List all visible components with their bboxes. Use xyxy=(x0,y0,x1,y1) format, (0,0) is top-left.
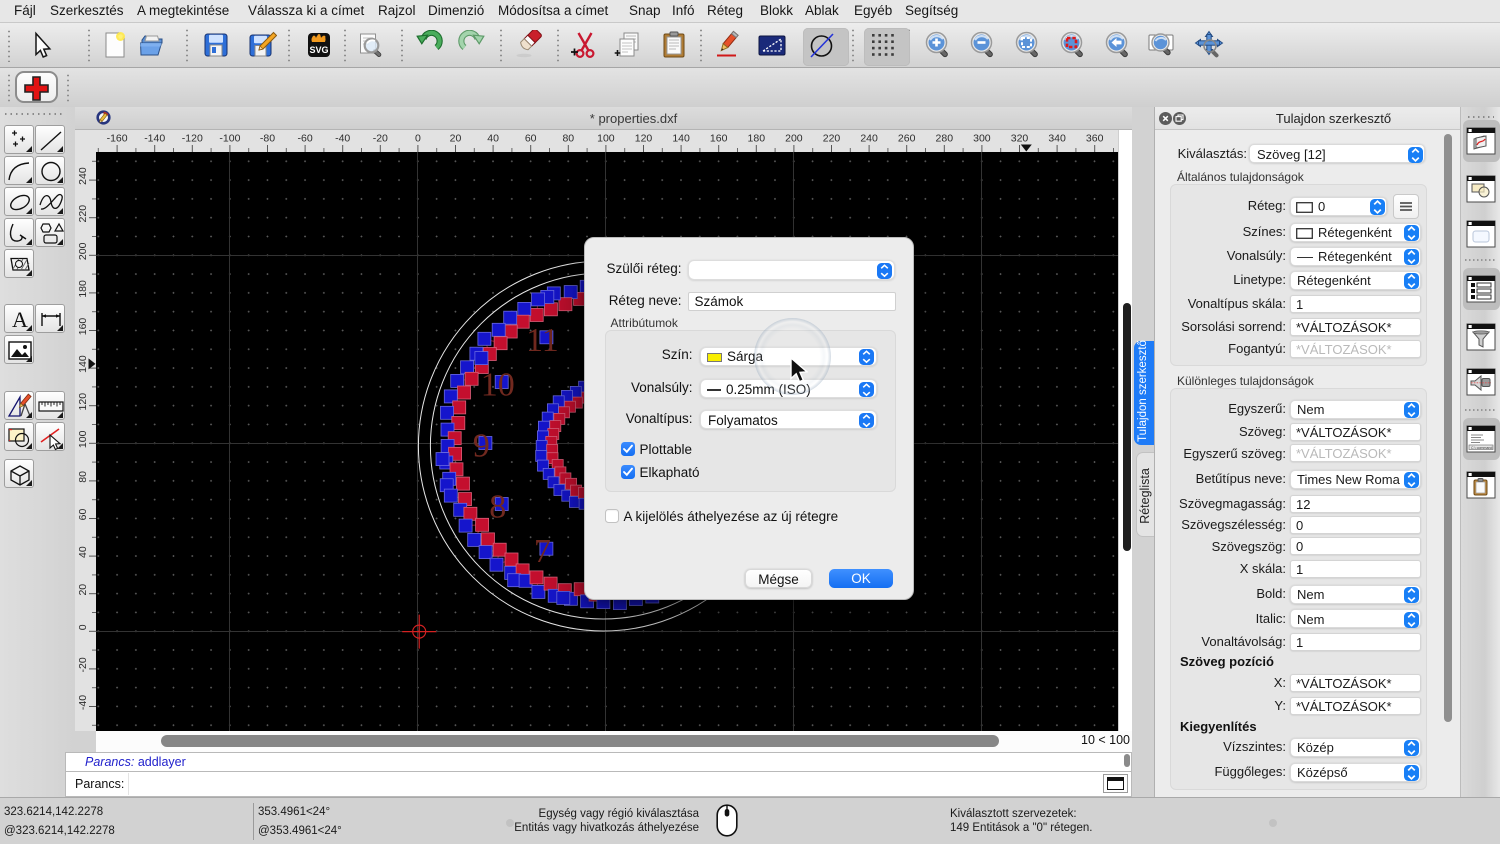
svg-text:160: 160 xyxy=(77,318,89,336)
svg-text:80: 80 xyxy=(77,471,89,483)
svg-text:280: 280 xyxy=(935,133,953,145)
svg-text:-80: -80 xyxy=(260,133,275,145)
svg-text:140: 140 xyxy=(672,133,690,145)
svg-text:360: 360 xyxy=(1086,133,1104,145)
svg-text:-60: -60 xyxy=(297,133,312,145)
svg-text:-100: -100 xyxy=(219,133,240,145)
svg-text:-40: -40 xyxy=(77,695,89,710)
svg-text:160: 160 xyxy=(710,133,728,145)
svg-text:200: 200 xyxy=(77,242,89,260)
svg-text:9: 9 xyxy=(472,428,489,465)
svg-text:8: 8 xyxy=(489,489,506,526)
svg-text:-160: -160 xyxy=(106,133,127,145)
svg-text:20: 20 xyxy=(77,584,89,596)
svg-text:-40: -40 xyxy=(335,133,350,145)
svg-text:11: 11 xyxy=(526,322,559,359)
svg-text:260: 260 xyxy=(898,133,916,145)
svg-text:0: 0 xyxy=(77,624,89,630)
svg-text:10: 10 xyxy=(480,367,514,404)
svg-text:300: 300 xyxy=(973,133,991,145)
svg-text:80: 80 xyxy=(562,133,574,145)
svg-text:100: 100 xyxy=(597,133,615,145)
svg-text:-20: -20 xyxy=(77,657,89,672)
svg-text:0: 0 xyxy=(415,133,421,145)
svg-text:7: 7 xyxy=(533,533,550,570)
svg-text:120: 120 xyxy=(77,393,89,411)
svg-text:-120: -120 xyxy=(181,133,202,145)
svg-text:240: 240 xyxy=(77,167,89,185)
svg-text:SVG: SVG xyxy=(309,45,328,55)
svg-text:-20: -20 xyxy=(372,133,387,145)
svg-text:40: 40 xyxy=(487,133,499,145)
svg-text:20: 20 xyxy=(449,133,461,145)
svg-text:140: 140 xyxy=(77,355,89,373)
svg-text:120: 120 xyxy=(634,133,652,145)
svg-text:C:\ command: C:\ command xyxy=(1471,446,1492,450)
svg-text:200: 200 xyxy=(785,133,803,145)
svg-text:60: 60 xyxy=(77,509,89,521)
svg-text:220: 220 xyxy=(822,133,840,145)
svg-text:220: 220 xyxy=(77,205,89,223)
svg-text:340: 340 xyxy=(1048,133,1066,145)
svg-text:-140: -140 xyxy=(144,133,165,145)
svg-text:180: 180 xyxy=(747,133,765,145)
svg-text:60: 60 xyxy=(524,133,536,145)
svg-text:100: 100 xyxy=(77,430,89,448)
svg-text:180: 180 xyxy=(77,280,89,298)
svg-text:320: 320 xyxy=(1010,133,1028,145)
svg-text:40: 40 xyxy=(77,546,89,558)
svg-text:240: 240 xyxy=(860,133,878,145)
